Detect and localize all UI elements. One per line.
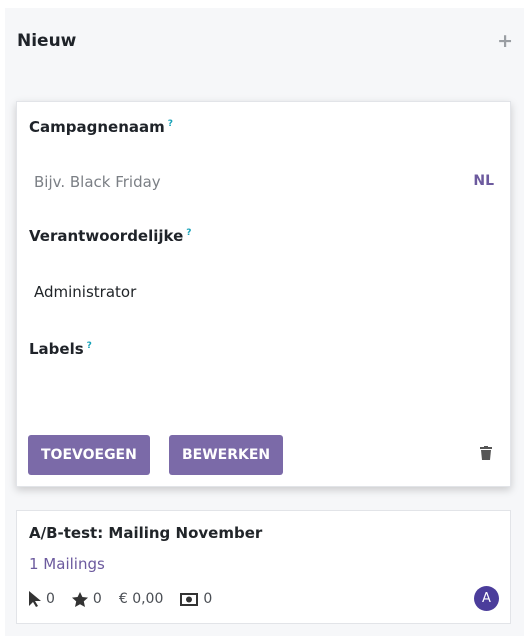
money-icon — [180, 592, 199, 606]
money-count: 0 — [203, 591, 213, 607]
help-icon[interactable]: ? — [168, 119, 173, 129]
language-button[interactable]: NL — [473, 173, 494, 189]
campaign-name-input[interactable]: Bijv. Black Friday — [34, 173, 161, 191]
add-icon[interactable]: + — [497, 30, 513, 52]
campaign-card[interactable]: A/B-test: Mailing November 1 Mailings 0 … — [16, 510, 511, 624]
responsible-input[interactable]: Administrator — [34, 283, 136, 301]
help-icon[interactable]: ? — [87, 341, 92, 351]
clicks-count: 0 — [46, 591, 55, 607]
mailings-link[interactable]: 1 Mailings — [29, 555, 105, 573]
add-button[interactable]: TOEVOEGEN — [28, 435, 150, 475]
edit-button[interactable]: BEWERKEN — [169, 435, 284, 475]
star-icon — [71, 591, 88, 607]
campaign-label: Campagnenaam? — [29, 118, 173, 136]
column-title: Nieuw — [17, 31, 77, 51]
campaign-title: A/B-test: Mailing November — [29, 524, 263, 542]
campaign-stats: 0 0 € 0,00 0 — [29, 591, 212, 607]
labels-label: Labels? — [29, 340, 92, 358]
trash-icon[interactable] — [480, 446, 492, 460]
stars-count: 0 — [92, 591, 102, 607]
pointer-icon — [29, 591, 41, 607]
labels-input[interactable] — [34, 372, 474, 402]
revenue-value: € 0,00 — [118, 591, 164, 607]
responsible-label: Verantwoordelijke? — [29, 227, 192, 245]
help-icon[interactable]: ? — [186, 228, 191, 238]
avatar[interactable]: A — [474, 586, 499, 611]
quick-create-form: Campagnenaam? Bijv. Black Friday NL Vera… — [16, 101, 511, 487]
